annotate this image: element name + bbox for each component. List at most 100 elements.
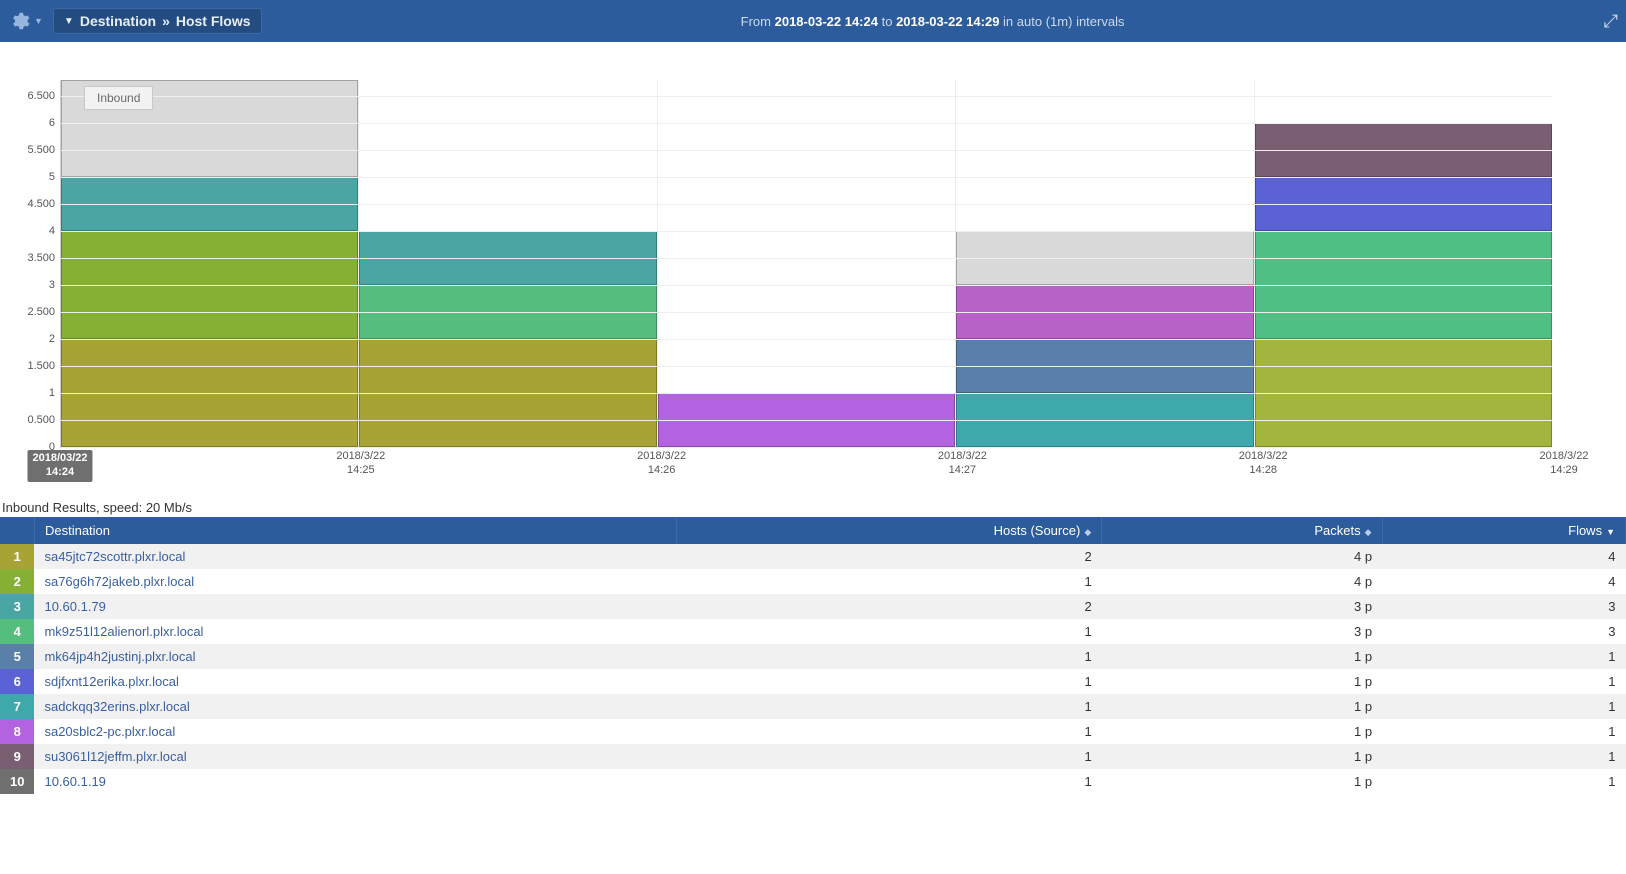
y-tick: 4	[49, 225, 61, 237]
cell-packets: 4 p	[1102, 544, 1382, 569]
row-index: 3	[0, 594, 34, 619]
cell-destination: 10.60.1.79	[34, 594, 676, 619]
table-row: 5mk64jp4h2justinj.plxr.local11 p1	[0, 644, 1626, 669]
destination-link[interactable]: sadckqq32erins.plxr.local	[44, 699, 189, 714]
destination-link[interactable]: sa76g6h72jakeb.plxr.local	[44, 574, 194, 589]
col-hosts[interactable]: Hosts (Source)◆	[676, 517, 1101, 544]
legend-item: Inbound	[97, 91, 140, 105]
cell-destination: sa45jtc72scottr.plxr.local	[34, 544, 676, 569]
y-tick: 1.500	[27, 360, 61, 372]
row-index: 5	[0, 644, 34, 669]
results-table: Destination Hosts (Source)◆ Packets◆ Flo…	[0, 517, 1626, 794]
breadcrumb[interactable]: ▼ Destination » Host Flows	[53, 8, 262, 34]
bar-column[interactable]	[61, 80, 359, 447]
row-index: 8	[0, 719, 34, 744]
cell-packets: 1 p	[1102, 719, 1382, 744]
row-index: 4	[0, 619, 34, 644]
cell-hosts: 2	[676, 594, 1101, 619]
bar-column[interactable]	[956, 80, 1254, 447]
cell-hosts: 1	[676, 669, 1101, 694]
cell-flows: 4	[1382, 569, 1625, 594]
cell-hosts: 1	[676, 619, 1101, 644]
y-tick: 3.500	[27, 252, 61, 264]
time-range-display[interactable]: From 2018-03-22 14:24 to 2018-03-22 14:2…	[262, 14, 1604, 29]
destination-link[interactable]: sa45jtc72scottr.plxr.local	[44, 549, 185, 564]
table-row: 1 sa45jtc72scottr.plxr.local 24 p4	[0, 544, 1626, 569]
cell-destination: sa76g6h72jakeb.plxr.local	[34, 569, 676, 594]
x-tick: 2018/3/2214:28	[1239, 450, 1288, 478]
chart-legend[interactable]: Inbound	[84, 86, 153, 110]
cell-destination: mk64jp4h2justinj.plxr.local	[34, 644, 676, 669]
table-row: 2sa76g6h72jakeb.plxr.local14 p4	[0, 569, 1626, 594]
table-row: 6 sdjfxnt12erika.plxr.local 11 p1	[0, 669, 1626, 694]
gear-icon[interactable]	[8, 10, 30, 32]
table-row: 310.60.1.7923 p3	[0, 594, 1626, 619]
cell-flows: 3	[1382, 594, 1625, 619]
bar-column[interactable]	[658, 80, 956, 447]
results-header: Inbound Results, speed: 20 Mb/s	[2, 500, 1626, 515]
x-tick: 2018/3/2214:27	[938, 450, 987, 478]
destination-link[interactable]: mk64jp4h2justinj.plxr.local	[44, 649, 195, 664]
cell-packets: 1 p	[1102, 669, 1382, 694]
bar-column[interactable]	[1255, 80, 1552, 447]
col-destination[interactable]: Destination	[34, 517, 676, 544]
x-tick: 2018/3/2214:29	[1540, 450, 1589, 478]
cell-destination: sa20sblc2-pc.plxr.local	[34, 719, 676, 744]
cell-flows: 4	[1382, 544, 1625, 569]
cell-flows: 1	[1382, 669, 1625, 694]
breadcrumb-page: Host Flows	[176, 13, 251, 29]
expand-icon[interactable]: ⤢	[1604, 11, 1618, 32]
destination-link[interactable]: 10.60.1.79	[44, 599, 105, 614]
cell-hosts: 1	[676, 719, 1101, 744]
cell-destination: mk9z51l12alienorl.plxr.local	[34, 619, 676, 644]
row-index: 10	[0, 769, 34, 794]
cell-destination: su3061l12jeffm.plxr.local	[34, 744, 676, 769]
cell-packets: 1 p	[1102, 644, 1382, 669]
row-index: 1	[0, 544, 34, 569]
cell-packets: 3 p	[1102, 594, 1382, 619]
topbar: ▼ ▼ Destination » Host Flows From 2018-0…	[0, 0, 1626, 42]
cell-packets: 3 p	[1102, 619, 1382, 644]
bar-column[interactable]	[359, 80, 657, 447]
cell-flows: 1	[1382, 769, 1625, 794]
cell-flows: 1	[1382, 644, 1625, 669]
destination-link[interactable]: su3061l12jeffm.plxr.local	[44, 749, 186, 764]
table-row: 1010.60.1.1911 p1	[0, 769, 1626, 794]
row-index: 2	[0, 569, 34, 594]
chart-plot[interactable]: 00.50011.50022.50033.50044.50055.50066.5…	[60, 80, 1552, 448]
y-tick: 5.500	[27, 144, 61, 156]
cell-destination: 10.60.1.19	[34, 769, 676, 794]
col-packets[interactable]: Packets◆	[1102, 517, 1382, 544]
table-row: 9su3061l12jeffm.plxr.local11 p1	[0, 744, 1626, 769]
row-index: 9	[0, 744, 34, 769]
gear-dropdown-icon[interactable]: ▼	[34, 16, 43, 26]
destination-link[interactable]: mk9z51l12alienorl.plxr.local	[44, 624, 203, 639]
cell-destination: sadckqq32erins.plxr.local	[34, 694, 676, 719]
cell-flows: 1	[1382, 719, 1625, 744]
y-tick: 6	[49, 117, 61, 129]
col-flows[interactable]: Flows▼	[1382, 517, 1625, 544]
sort-desc-icon: ▼	[1606, 527, 1615, 537]
chart-area: Inbound 00.50011.50022.50033.50044.50055…	[0, 46, 1626, 482]
cell-flows: 3	[1382, 619, 1625, 644]
y-tick: 6.500	[27, 90, 61, 102]
y-tick: 2	[49, 333, 61, 345]
row-index: 6	[0, 669, 34, 694]
breadcrumb-category: Destination	[80, 13, 156, 29]
destination-link[interactable]: sdjfxnt12erika.plxr.local	[44, 674, 178, 689]
y-tick: 1	[49, 387, 61, 399]
sort-icon: ◆	[1365, 527, 1372, 537]
cell-hosts: 2	[676, 544, 1101, 569]
x-tick: 2018/3/2214:26	[637, 450, 686, 478]
destination-link[interactable]: 10.60.1.19	[44, 774, 105, 789]
cell-packets: 4 p	[1102, 569, 1382, 594]
destination-link[interactable]: sa20sblc2-pc.plxr.local	[44, 724, 175, 739]
cell-packets: 1 p	[1102, 769, 1382, 794]
x-tick: 2018/3/2214:25	[336, 450, 385, 478]
cell-packets: 1 p	[1102, 694, 1382, 719]
table-row: 8 sa20sblc2-pc.plxr.local 11 p1	[0, 719, 1626, 744]
col-index	[0, 517, 34, 544]
table-row: 4 mk9z51l12alienorl.plxr.local 13 p3	[0, 619, 1626, 644]
y-tick: 4.500	[27, 198, 61, 210]
row-index: 7	[0, 694, 34, 719]
